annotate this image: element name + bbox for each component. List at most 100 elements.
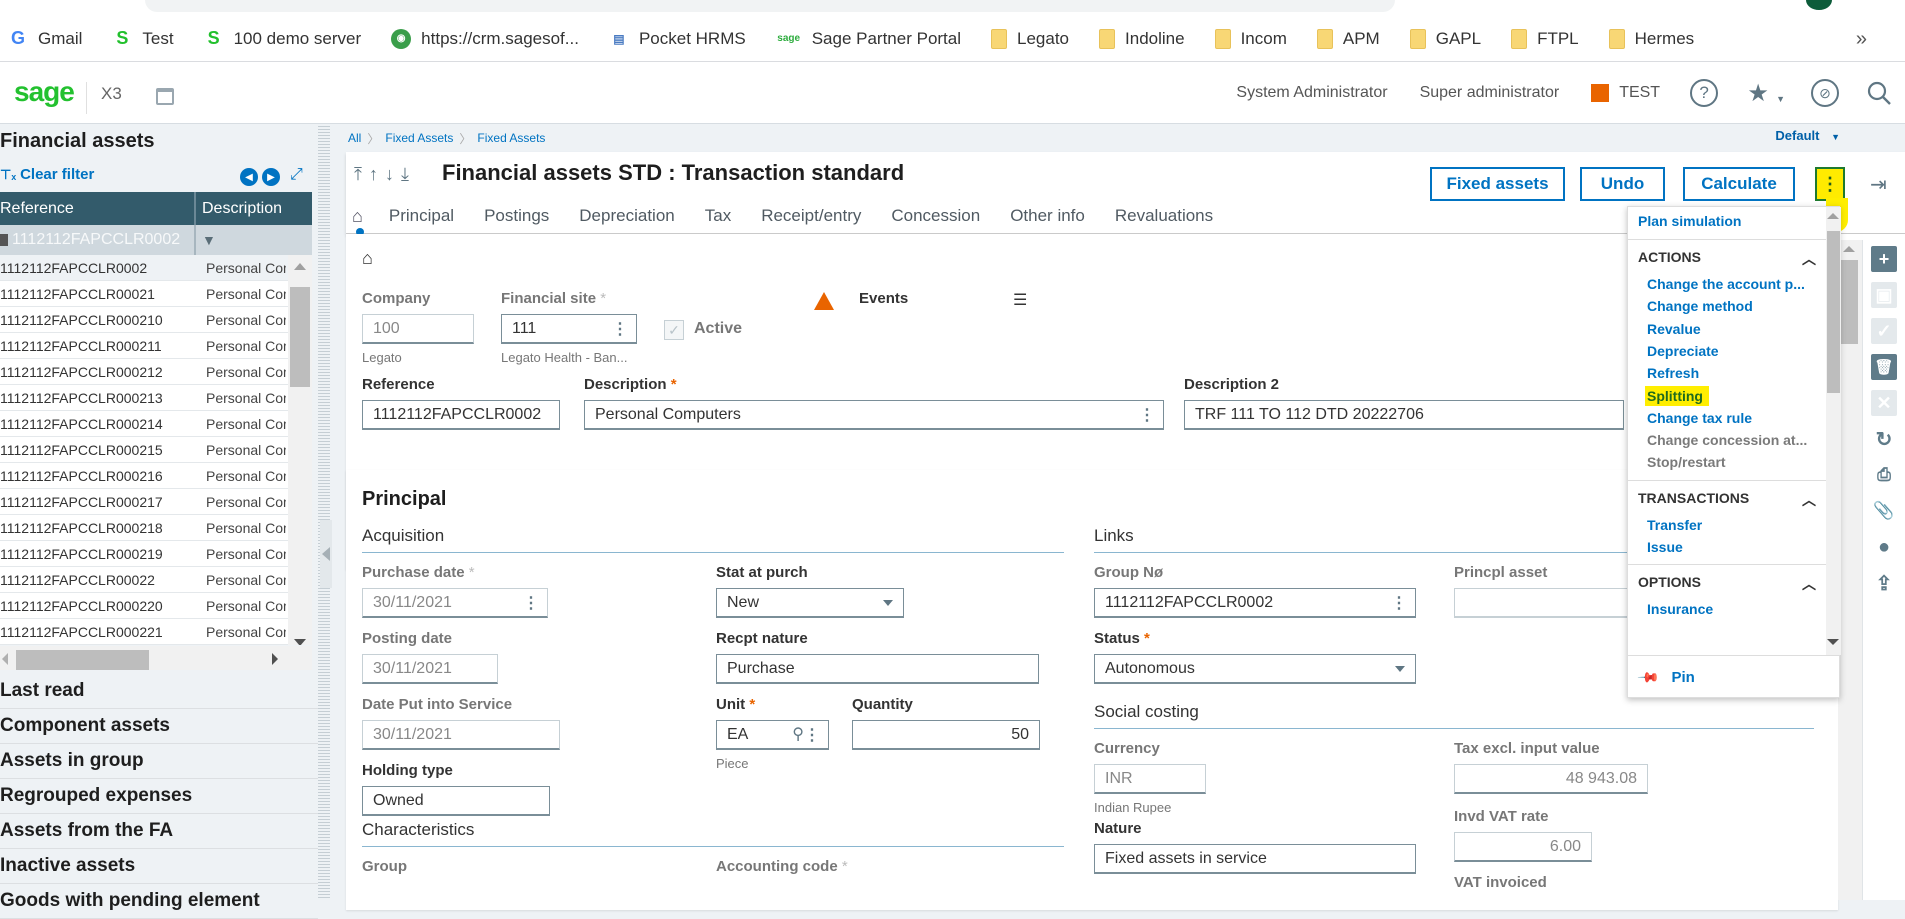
description-field[interactable]: Personal Computers ⋮ — [584, 400, 1164, 430]
comment-bubble-icon[interactable]: ● — [1871, 534, 1897, 560]
menu-item-change-method[interactable]: Change method — [1647, 298, 1753, 314]
table-row[interactable]: 1112112FAPCCLR000210 Personal Computers — [0, 307, 312, 333]
menu-item-change-concession-at[interactable]: Change concession at... — [1647, 432, 1807, 448]
bookmark-gapl[interactable]: GAPL — [1409, 28, 1481, 49]
menu-item-transfer[interactable]: Transfer — [1647, 517, 1702, 533]
stat-at-purch-select[interactable]: New — [716, 588, 904, 618]
menu-item-plan-simulation[interactable]: Plan simulation — [1638, 213, 1741, 229]
environment-badge[interactable]: TEST — [1591, 84, 1660, 102]
bookmark-sage-partner-portal[interactable]: sage Sage Partner Portal — [776, 29, 961, 49]
bookmark-100-demo-server[interactable]: S 100 demo server — [204, 28, 362, 49]
panel-link-last-read[interactable]: Last read — [0, 674, 318, 709]
bookmark-legato[interactable]: Legato — [991, 28, 1069, 49]
pin-menu-button[interactable]: 📌 Pin — [1628, 655, 1840, 698]
panel-link-assets-from-the-fa[interactable]: Assets from the FA — [0, 814, 318, 849]
posting-date-field[interactable]: 30/11/2021 — [362, 654, 498, 684]
export-share-icon[interactable]: ⇪ — [1871, 570, 1897, 596]
chevron-up-icon[interactable]: ︿ — [1802, 490, 1816, 510]
scroll-up-icon[interactable] — [1827, 213, 1839, 219]
compass-icon[interactable]: ⊘ — [1811, 79, 1839, 107]
field-menu-icon[interactable]: ⋮ — [612, 319, 628, 339]
cell-reference[interactable]: 1112112FAPCCLR000215 — [0, 437, 196, 462]
tab-tax[interactable]: Tax — [705, 206, 731, 226]
clear-filter-link[interactable]: ⊤ₓ Clear filter — [0, 166, 94, 183]
profile-avatar[interactable] — [1806, 0, 1832, 10]
tab-concession[interactable]: Concession — [891, 206, 980, 226]
list-icon[interactable]: ☰ — [1013, 290, 1027, 310]
validate-check-icon[interactable]: ✓ — [1871, 318, 1897, 344]
tax-excl-field[interactable]: 48 943.08 — [1454, 764, 1648, 794]
calculate-button[interactable]: Calculate — [1683, 167, 1795, 201]
chevron-up-icon[interactable]: ︿ — [1802, 574, 1816, 594]
cell-reference[interactable]: 1112112FAPCCLR000213 — [0, 385, 196, 410]
cell-reference[interactable]: 1112112FAPCCLR000214 — [0, 411, 196, 436]
bookmark-ftpl[interactable]: FTPL — [1511, 28, 1579, 49]
recpt-nature-field[interactable]: Purchase — [716, 654, 1039, 684]
next-record-icon[interactable]: ↓ — [385, 164, 394, 185]
chevron-up-icon[interactable]: ︿ — [1802, 249, 1816, 269]
tab-other-info[interactable]: Other info — [1010, 206, 1085, 226]
sage-logo[interactable]: sage — [14, 76, 75, 108]
favorites-star-icon[interactable]: ★ — [1744, 79, 1772, 107]
scroll-thumb[interactable] — [1840, 260, 1858, 344]
tab-postings[interactable]: Postings — [484, 206, 549, 226]
lookup-search-icon[interactable]: ⚲ — [792, 724, 804, 744]
tab-depreciation[interactable]: Depreciation — [579, 206, 674, 226]
view-selector[interactable]: Default ▼ — [1775, 128, 1840, 143]
tab-home[interactable]: ⌂ — [352, 206, 364, 236]
refresh-icon[interactable]: ↻ — [1871, 426, 1897, 452]
tab-revaluations[interactable]: Revaluations — [1115, 206, 1213, 226]
cell-reference[interactable]: 1112112FAPCCLR000217 — [0, 489, 196, 514]
table-row[interactable]: 1112112FAPCCLR0002 Personal Computers — [0, 255, 312, 281]
panel-link-inactive-assets[interactable]: Inactive assets — [0, 849, 318, 884]
breadcrumb-all[interactable]: All — [348, 131, 361, 145]
print-icon[interactable]: ⎙ — [1871, 462, 1897, 488]
cell-reference[interactable]: 1112112FAPCCLR000211 — [0, 333, 196, 358]
service-date-field[interactable]: 30/11/2021 — [362, 720, 560, 750]
menu-scrollbar[interactable] — [1826, 207, 1841, 655]
currency-field[interactable]: INR — [1094, 764, 1206, 794]
bookmark-test[interactable]: S Test — [112, 28, 173, 49]
group-no-field[interactable]: 1112112FAPCCLR0002 ⋮ — [1094, 588, 1416, 618]
bookmark-gmail[interactable]: G Gmail — [8, 28, 82, 49]
more-actions-button[interactable]: ⋮ — [1815, 167, 1845, 201]
undo-button[interactable]: Undo — [1580, 167, 1665, 201]
reference-filter-input[interactable]: 1112112FAPCCLR0002 — [0, 225, 196, 255]
menu-item-refresh[interactable]: Refresh — [1647, 365, 1699, 381]
scroll-down-icon[interactable] — [294, 639, 306, 645]
table-row[interactable]: 1112112FAPCCLR000211 Personal Computers — [0, 333, 312, 359]
table-row[interactable]: 1112112FAPCCLR00021 Personal Computers — [0, 281, 312, 307]
cell-reference[interactable]: 1112112FAPCCLR000216 — [0, 463, 196, 488]
breadcrumb-fixed-assets-2[interactable]: Fixed Assets — [477, 131, 545, 145]
last-record-icon[interactable]: ⤓ — [401, 164, 409, 185]
previous-page-icon[interactable]: ◀ — [240, 168, 258, 186]
save-icon[interactable]: ▣ — [1871, 282, 1897, 308]
delete-trash-icon[interactable]: 🗑 — [1871, 354, 1897, 380]
active-checkbox[interactable]: ✓ — [664, 320, 684, 340]
purchase-date-field[interactable]: 30/11/2021 ⋮ — [362, 588, 548, 618]
menu-item-stop-restart[interactable]: Stop/restart — [1647, 454, 1726, 470]
address-bar[interactable] — [145, 0, 1395, 12]
cell-reference[interactable]: 1112112FAPCCLR000210 — [0, 307, 196, 332]
table-row[interactable]: 1112112FAPCCLR000213 Personal Computers — [0, 385, 312, 411]
form-vertical-scrollbar[interactable] — [1838, 240, 1862, 900]
cancel-x-icon[interactable]: ✕ — [1871, 390, 1897, 416]
scroll-up-icon[interactable] — [294, 263, 306, 270]
next-page-icon[interactable]: ▶ — [262, 168, 280, 186]
previous-record-icon[interactable]: ↑ — [369, 164, 378, 185]
scroll-thumb[interactable] — [290, 287, 310, 387]
bookmark-hermes[interactable]: Hermes — [1608, 28, 1694, 49]
bookmark-https-crm-sagesof[interactable]: ◉ https://crm.sagesof... — [391, 28, 579, 49]
panel-link-component-assets[interactable]: Component assets — [0, 709, 318, 744]
scroll-thumb[interactable] — [1827, 231, 1840, 393]
status-select[interactable]: Autonomous — [1094, 654, 1416, 684]
cell-reference[interactable]: 1112112FAPCCLR00021 — [0, 281, 196, 306]
column-header-reference[interactable]: Reference — [0, 192, 196, 225]
menu-section-options[interactable]: OPTIONS ︿ — [1638, 574, 1816, 594]
menu-item-revalue[interactable]: Revalue — [1647, 321, 1701, 337]
exit-icon[interactable]: ⇥ — [1870, 172, 1887, 197]
table-row[interactable]: 1112112FAPCCLR000221 Personal Computers — [0, 619, 312, 645]
financial-site-field[interactable]: 111 ⋮ — [501, 314, 637, 344]
menu-section-actions[interactable]: ACTIONS ︿ — [1638, 249, 1816, 269]
expand-icon[interactable]: ⤢ — [290, 166, 303, 184]
